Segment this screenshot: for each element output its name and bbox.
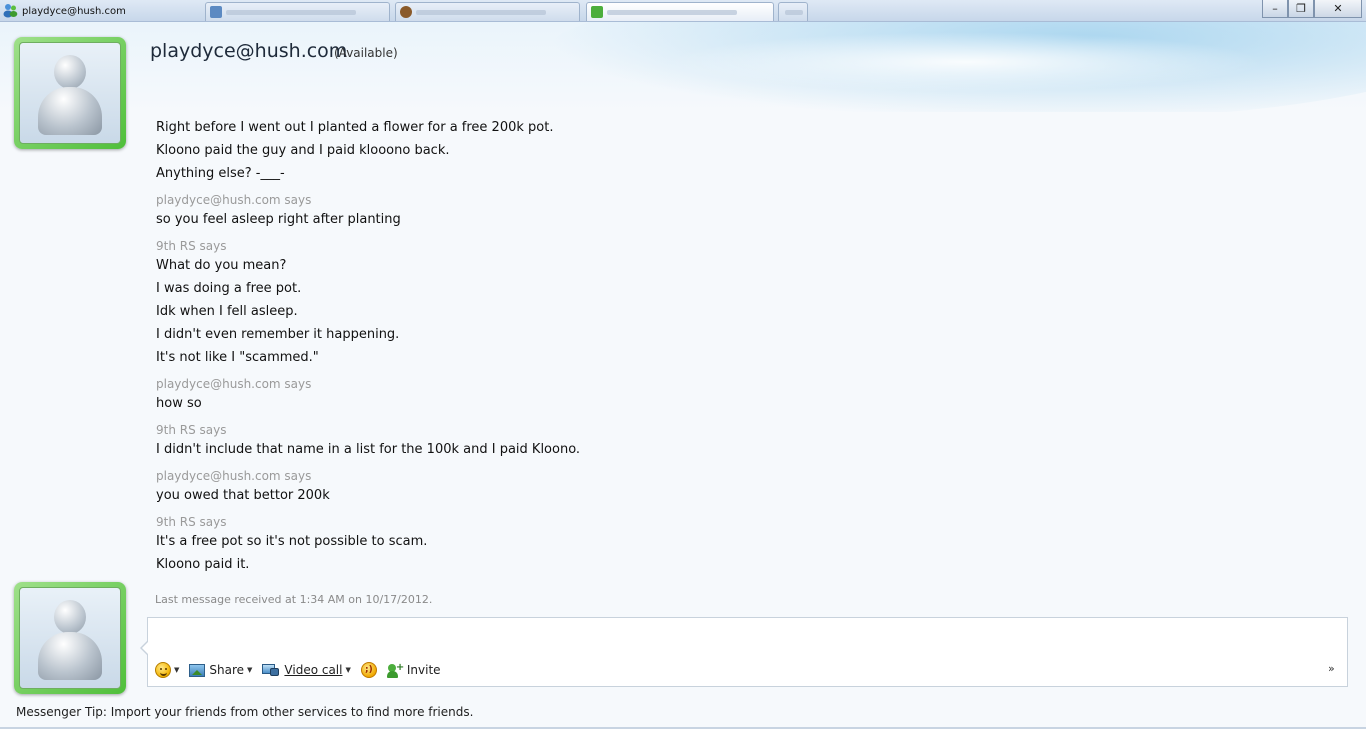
conversation-history[interactable]: Right before I went out I planted a flow… [156,118,1156,588]
messenger-tip[interactable]: Messenger Tip: Import your friends from … [16,705,473,719]
tab-label-blurred [226,10,356,15]
message-block: 9th RS says It's a free pot so it's not … [156,514,1156,578]
message-sender: playdyce@hush.com says [156,193,312,207]
message-line: It's a free pot so it's not possible to … [156,534,428,549]
avatar-body [38,632,102,680]
emoticon-button[interactable]: ▼ [155,662,179,678]
smiley-icon [155,662,171,678]
wink-icon: ;) [360,662,377,678]
message-block: playdyce@hush.com says so you feel aslee… [156,192,1156,233]
message-line: It's not like I "scammed." [156,350,319,365]
header-highlight [666,32,1266,92]
message-block: 9th RS says What do you mean? I was doin… [156,238,1156,371]
video-call-label: Video call [284,663,343,677]
chevron-down-icon: ▼ [345,666,351,674]
message-sender: playdyce@hush.com says [156,469,312,483]
message-line: how so [156,396,202,411]
message-block: playdyce@hush.com says how so [156,376,1156,417]
message-line: I didn't even remember it happening. [156,327,400,342]
contact-avatar[interactable] [14,37,126,149]
message-sender: 9th RS says [156,515,227,529]
tab-icon [591,6,603,18]
contact-status: (Available) [334,46,398,60]
avatar-picture [19,587,121,689]
tab-icon [210,6,222,18]
message-block: playdyce@hush.com says you owed that bet… [156,468,1156,509]
tab-conversation-1[interactable]: playdyce@hush.com [18,2,198,21]
message-line: Idk when I fell asleep. [156,304,298,319]
close-button[interactable]: ✕ [1314,0,1362,18]
video-call-icon [262,663,280,677]
message-input[interactable] [154,624,1339,654]
tab-label: playdyce@hush.com [22,6,126,17]
video-camera [270,668,280,676]
last-message-info: Last message received at 1:34 AM on 10/1… [155,593,433,606]
message-sender: 9th RS says [156,423,227,437]
picture-icon [189,663,206,677]
message-line: I was doing a free pot. [156,281,302,296]
chevron-down-icon: ▼ [174,666,180,674]
message-line: Right before I went out I planted a flow… [156,120,554,135]
video-call-button[interactable]: Video call ▼ [262,663,351,677]
plus-icon: + [395,662,405,673]
tab-conversation-active[interactable] [586,2,774,21]
share-label: Share [209,663,245,677]
contact-name[interactable]: playdyce@hush.com [150,40,347,62]
message-sender: playdyce@hush.com says [156,377,312,391]
message-line: I didn't include that name in a list for… [156,442,581,457]
tab-label-blurred [416,10,546,15]
my-avatar[interactable] [14,582,126,694]
minimize-button[interactable]: – [1262,0,1288,18]
message-line: Kloono paid the guy and I paid klooono b… [156,143,450,158]
header-background [0,22,1366,112]
share-button[interactable]: Share ▼ [189,663,252,677]
message-block: 9th RS says I didn't include that name i… [156,422,1156,463]
tab-icon [400,6,412,18]
add-contact-icon: + [386,662,405,678]
message-line: What do you mean? [156,258,287,273]
tab-label-blurred [785,10,803,15]
avatar-picture [19,42,121,144]
avatar-head [54,600,86,634]
chevron-down-icon: ▼ [247,666,253,674]
compose-toolbar: ▼ Share ▼ Video call ▼ ;) + Invite [155,660,451,680]
tab-conversation-2[interactable] [205,2,390,21]
tab-conversation-3[interactable] [395,2,580,21]
message-line: you owed that bettor 200k [156,488,330,503]
restore-button[interactable]: ❐ [1288,0,1314,18]
invite-button[interactable]: + Invite [386,662,441,678]
compose-tail-inner [142,641,149,655]
avatar-body [38,87,102,135]
messenger-icon [3,4,18,18]
invite-label: Invite [406,663,441,677]
message-sender: 9th RS says [156,239,227,253]
message-block: Right before I went out I planted a flow… [156,118,1156,187]
more-options-button[interactable]: » [1328,662,1335,675]
tab-label-blurred [607,10,737,15]
avatar-head [54,55,86,89]
wink-button[interactable]: ;) [360,662,377,678]
title-bar: playdyce@hush.com – ❐ ✕ [0,0,1366,22]
message-line: Kloono paid it. [156,557,250,572]
message-line: Anything else? -___- [156,166,285,181]
message-line: so you feel asleep right after planting [156,212,401,227]
tab-conversation-5[interactable] [778,2,808,21]
